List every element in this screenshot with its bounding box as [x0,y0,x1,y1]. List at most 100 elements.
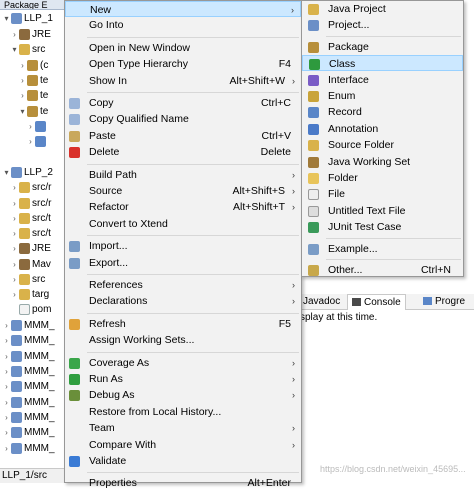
tree-item[interactable]: › JRE [0,27,66,42]
collapse-arrow-icon[interactable]: › [10,180,19,195]
menu-item-copy[interactable]: Copy Ctrl+C [65,95,301,111]
collapse-arrow-icon[interactable]: › [10,257,19,272]
submenu-item-junit-test-case[interactable]: JUnit Test Case [302,219,463,235]
submenu-item-java-project[interactable]: Java Project [302,1,463,17]
tree-item[interactable]: › [0,134,66,149]
menu-item-run-as[interactable]: Run As › [65,371,301,387]
collapse-arrow-icon[interactable]: › [18,58,27,73]
menu-item-delete[interactable]: Delete Delete [65,144,301,160]
package-explorer-tab[interactable]: Package E [0,0,66,10]
tree-item[interactable]: › src/t [0,211,66,226]
menu-item-convert-to-xtend[interactable]: Convert to Xtend [65,216,301,232]
menu-item-validate[interactable]: Validate [65,453,301,469]
tree-item[interactable]: ▾ te [0,104,66,119]
collapse-arrow-icon[interactable]: › [2,395,11,410]
tree-item[interactable]: › JRE [0,241,66,256]
submenu-item-folder[interactable]: Folder [302,170,463,186]
collapse-arrow-icon[interactable]: › [26,134,35,149]
tree-item[interactable]: › (c [0,58,66,73]
submenu-item-other[interactable]: Other... Ctrl+N [302,262,463,278]
menu-item-coverage-as[interactable]: Coverage As › [65,355,301,371]
collapse-arrow-icon[interactable]: › [10,272,19,287]
menu-item-declarations[interactable]: Declarations › [65,293,301,309]
collapse-arrow-icon[interactable]: › [2,349,11,364]
tree-item[interactable]: › src/t [0,226,66,241]
menu-item-compare-with[interactable]: Compare With › [65,437,301,453]
collapse-arrow-icon[interactable]: › [2,318,11,333]
menu-item-paste[interactable]: Paste Ctrl+V [65,128,301,144]
tree-item[interactable] [0,150,66,165]
tree-item[interactable]: ▾ LLP_1 [0,11,66,26]
tab-javadoc[interactable]: Javadoc [303,294,340,310]
collapse-arrow-icon[interactable]: › [2,379,11,394]
tab-progress[interactable]: Progre [423,294,465,310]
collapse-arrow-icon[interactable]: › [10,226,19,241]
collapse-arrow-icon[interactable]: › [2,410,11,425]
collapse-arrow-icon[interactable]: › [10,241,19,256]
submenu-item-enum[interactable]: Enum [302,88,463,104]
tree-item[interactable]: › MMM_ [0,395,66,410]
tree-item[interactable]: › [0,119,66,134]
menu-item-new[interactable]: New › [65,1,301,17]
menu-item-refactor[interactable]: Refactor Alt+Shift+T › [65,199,301,215]
tree-item[interactable]: › MMM_ [0,333,66,348]
menu-item-go-into[interactable]: Go Into [65,17,301,33]
tree-item[interactable]: › MMM_ [0,379,66,394]
tree-item[interactable]: › Mav [0,257,66,272]
tree-item[interactable]: › src [0,272,66,287]
submenu-item-annotation[interactable]: Annotation [302,121,463,137]
menu-item-refresh[interactable]: Refresh F5 [65,316,301,332]
expand-arrow-icon[interactable]: ▾ [2,11,11,26]
collapse-arrow-icon[interactable]: › [10,287,19,302]
tree-item[interactable]: › src/r [0,196,66,211]
menu-item-properties[interactable]: Properties Alt+Enter [65,475,301,491]
submenu-item-project[interactable]: Project... [302,17,463,33]
collapse-arrow-icon[interactable]: › [2,333,11,348]
menu-item-references[interactable]: References › [65,277,301,293]
menu-item-restore-from-local-history[interactable]: Restore from Local History... [65,404,301,420]
menu-item-build-path[interactable]: Build Path › [65,167,301,183]
menu-item-team[interactable]: Team › [65,420,301,436]
collapse-arrow-icon[interactable]: › [26,119,35,134]
submenu-item-java-working-set[interactable]: Java Working Set [302,154,463,170]
submenu-item-class[interactable]: Class [302,55,463,72]
tree-item[interactable]: › MMM_ [0,441,66,456]
tab-console[interactable]: Console [347,294,406,310]
tree-item[interactable]: › te [0,88,66,103]
submenu-item-untitled-text-file[interactable]: Untitled Text File [302,203,463,219]
submenu-item-example[interactable]: Example... [302,241,463,257]
collapse-arrow-icon[interactable]: › [10,196,19,211]
expand-arrow-icon[interactable]: ▾ [10,42,19,57]
collapse-arrow-icon[interactable]: › [2,364,11,379]
tree-item[interactable]: › MMM_ [0,364,66,379]
menu-item-export[interactable]: Export... [65,255,301,271]
collapse-arrow-icon[interactable]: › [18,73,27,88]
submenu-item-source-folder[interactable]: Source Folder [302,137,463,153]
collapse-arrow-icon[interactable]: › [2,441,11,456]
tree-item[interactable]: ▾ LLP_2 [0,165,66,180]
menu-item-debug-as[interactable]: Debug As › [65,387,301,403]
menu-item-open-type-hierarchy[interactable]: Open Type Hierarchy F4 [65,56,301,72]
collapse-arrow-icon[interactable]: › [10,211,19,226]
menu-item-open-in-new-window[interactable]: Open in New Window [65,40,301,56]
tree-item[interactable]: › src/r [0,180,66,195]
tree-item[interactable]: › MMM_ [0,349,66,364]
tree-item[interactable]: pom [0,302,66,317]
menu-item-show-in[interactable]: Show In Alt+Shift+W › [65,73,301,89]
tree-item[interactable]: › MMM_ [0,318,66,333]
tree-item[interactable]: › MMM_ [0,410,66,425]
expand-arrow-icon[interactable]: ▾ [18,104,27,119]
submenu-item-package[interactable]: Package [302,39,463,55]
menu-item-copy-qualified-name[interactable]: Copy Qualified Name [65,111,301,127]
tree-item[interactable]: ▾ src [0,42,66,57]
expand-arrow-icon[interactable]: ▾ [2,165,11,180]
tree-item[interactable]: › targ [0,287,66,302]
collapse-arrow-icon[interactable]: › [2,425,11,440]
submenu-item-record[interactable]: Record [302,104,463,120]
collapse-arrow-icon[interactable]: › [10,27,19,42]
tree-item[interactable]: › MMM_ [0,425,66,440]
menu-item-assign-working-sets[interactable]: Assign Working Sets... [65,332,301,348]
collapse-arrow-icon[interactable]: › [18,88,27,103]
tree-item[interactable]: › te [0,73,66,88]
menu-item-source[interactable]: Source Alt+Shift+S › [65,183,301,199]
